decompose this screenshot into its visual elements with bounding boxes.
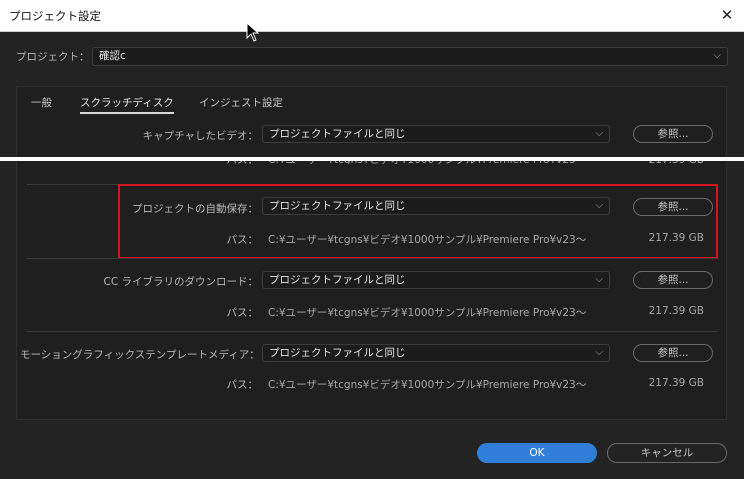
cc-library-path-label: パス： bbox=[226, 307, 259, 319]
window-title: プロジェクト設定 bbox=[9, 9, 101, 23]
cc-library-size: 217.39 GB bbox=[648, 305, 704, 317]
cancel-button[interactable]: キャンセル bbox=[607, 443, 727, 463]
motion-graphics-browse-button[interactable]: 参照... bbox=[633, 344, 713, 362]
chevron-down-icon: ⌵ bbox=[713, 50, 721, 61]
cc-library-label: CC ライブラリのダウンロード： bbox=[103, 276, 258, 288]
chevron-down-icon: ⌵ bbox=[595, 347, 603, 358]
tab-scratch-disks[interactable]: スクラッチディスク bbox=[80, 95, 174, 114]
cc-library-path: C:¥ユーザー¥tcgns¥ビデオ¥1000サンプル¥Premiere Pro¥… bbox=[268, 307, 587, 319]
motion-graphics-label: モーショングラフィックステンプレートメディア： bbox=[20, 349, 260, 361]
ok-button[interactable]: OK bbox=[477, 443, 597, 463]
captured-video-label: キャプチャしたビデオ： bbox=[142, 130, 258, 142]
motion-graphics-select[interactable]: プロジェクトファイルと同じ ⌵ bbox=[262, 344, 610, 362]
separator-bar bbox=[0, 157, 744, 161]
captured-video-browse-button[interactable]: 参照... bbox=[633, 125, 713, 143]
mouse-cursor-icon bbox=[246, 22, 260, 42]
row-divider bbox=[27, 258, 717, 259]
cc-library-browse-button[interactable]: 参照... bbox=[633, 271, 713, 289]
motion-graphics-size: 217.39 GB bbox=[648, 377, 704, 389]
motion-graphics-path-label: パス： bbox=[226, 379, 259, 391]
title-bar bbox=[0, 0, 744, 32]
close-icon[interactable]: ✕ bbox=[718, 4, 736, 26]
captured-video-value: プロジェクトファイルと同じ bbox=[269, 128, 406, 140]
captured-video-select[interactable]: プロジェクトファイルと同じ ⌵ bbox=[262, 125, 610, 143]
tab-ingest-settings[interactable]: インジェスト設定 bbox=[199, 95, 283, 110]
chevron-down-icon: ⌵ bbox=[595, 128, 603, 139]
chevron-down-icon: ⌵ bbox=[595, 274, 603, 285]
cc-library-select[interactable]: プロジェクトファイルと同じ ⌵ bbox=[262, 271, 610, 289]
tab-general[interactable]: 一般 bbox=[31, 95, 52, 110]
cc-library-value: プロジェクトファイルと同じ bbox=[269, 274, 406, 286]
project-select[interactable]: 確認c ⌵ bbox=[92, 47, 728, 66]
highlight-box bbox=[118, 184, 718, 259]
project-label: プロジェクト： bbox=[16, 51, 90, 63]
row-divider bbox=[27, 331, 717, 332]
motion-graphics-path: C:¥ユーザー¥tcgns¥ビデオ¥1000サンプル¥Premiere Pro¥… bbox=[268, 379, 587, 391]
project-select-value: 確認c bbox=[99, 50, 126, 62]
motion-graphics-value: プロジェクトファイルと同じ bbox=[269, 347, 406, 359]
